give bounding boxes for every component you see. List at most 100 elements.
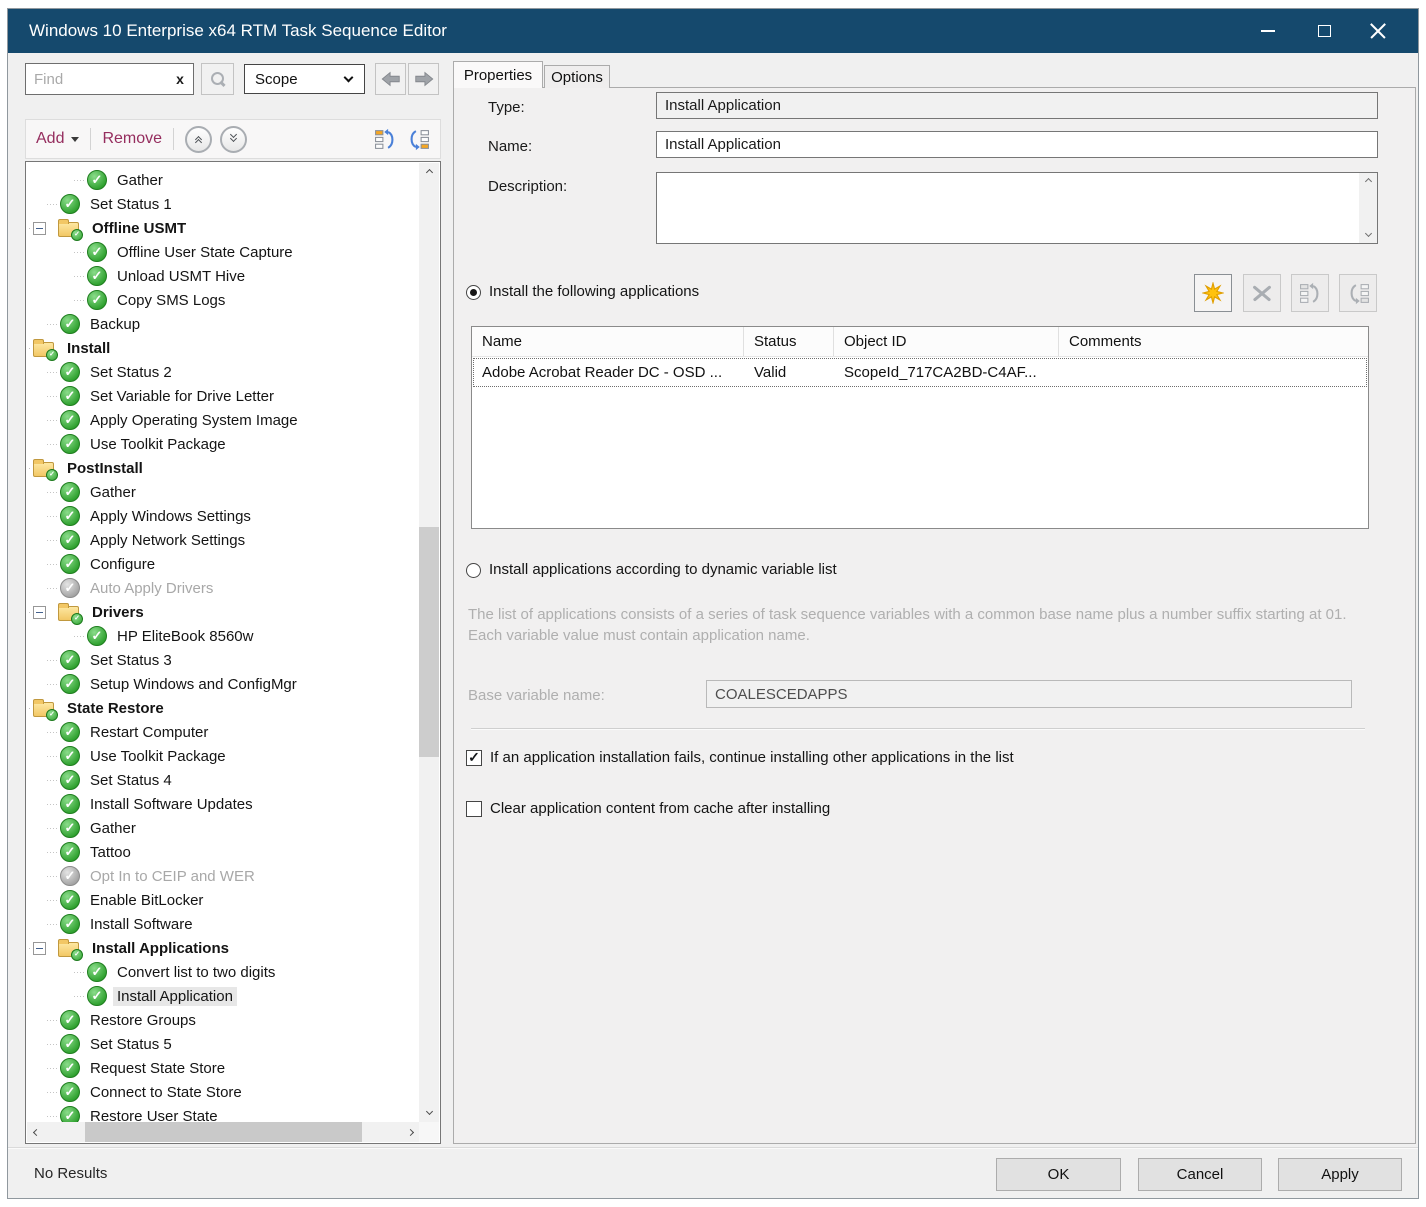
tab-options-label: Options [551,69,603,86]
find-clear-button[interactable]: x [168,63,192,95]
tree-step-item[interactable]: Set Variable for Drive Letter [27,384,419,408]
column-header[interactable]: Status [744,327,834,356]
tree-step-item[interactable]: Connect to State Store [27,1080,419,1104]
tree-horizontal-scrollbar[interactable] [27,1122,419,1142]
tree-step-item[interactable]: HP EliteBook 8560w [27,624,419,648]
tree-indent [27,552,60,576]
tree-step-item[interactable]: Use Toolkit Package [27,744,419,768]
tree-step-item[interactable]: Request State Store [27,1056,419,1080]
move-step-up-button[interactable] [373,127,397,151]
step-success-icon [60,1010,80,1030]
checkbox-clear-cache[interactable] [466,801,482,817]
tree-step-item[interactable]: Set Status 4 [27,768,419,792]
application-row[interactable]: Adobe Acrobat Reader DC - OSD ...ValidSc… [472,357,1368,388]
task-sequence-editor-window: Windows 10 Enterprise x64 RTM Task Seque… [7,8,1419,1199]
tree-step-item[interactable]: Apply Windows Settings [27,504,419,528]
tree-step-item[interactable]: Setup Windows and ConfigMgr [27,672,419,696]
tree-step-item[interactable]: Install Software [27,912,419,936]
scope-dropdown[interactable]: Scope [244,64,365,94]
remove-button-label: Remove [102,130,162,148]
type-label: Type: [488,99,525,116]
tree-step-item[interactable]: Tattoo [27,840,419,864]
vertical-scroll-thumb[interactable] [419,527,439,757]
name-field[interactable] [656,131,1378,158]
add-button[interactable]: Add [36,130,79,148]
new-application-button[interactable] [1194,274,1232,312]
collapse-all-button[interactable] [185,126,212,153]
applications-table: NameStatusObject IDComments Adobe Acroba… [471,326,1369,529]
minimize-button[interactable] [1250,9,1286,53]
scroll-up-icon[interactable] [419,163,439,181]
tree-indent [27,480,60,504]
tree-group-item[interactable]: PostInstall [27,456,419,480]
tree-step-item[interactable]: Install Software Updates [27,792,419,816]
tree-step-item[interactable]: Use Toolkit Package [27,432,419,456]
apply-button[interactable]: Apply [1278,1158,1402,1191]
tree-step-item[interactable]: Restore User State [27,1104,419,1122]
column-header[interactable]: Comments [1059,327,1368,356]
tree-step-item[interactable]: Set Status 5 [27,1032,419,1056]
tree-indent [27,288,87,312]
tree-step-item[interactable]: Enable BitLocker [27,888,419,912]
tree-group-item[interactable]: Drivers [27,600,419,624]
tree-group-item[interactable]: Install Applications [27,936,419,960]
radio-dynamic-variable-list[interactable] [466,563,481,578]
tree-step-item[interactable]: Set Status 3 [27,648,419,672]
tree-indent [27,1056,60,1080]
tree-step-item[interactable]: Opt In to CEIP and WER [27,864,419,888]
find-previous-button[interactable] [375,63,406,95]
tree-collapse-expander-icon[interactable] [33,606,46,619]
maximize-button[interactable] [1306,9,1342,53]
tree-step-item[interactable]: Gather [27,168,419,192]
tree-step-item[interactable]: Copy SMS Logs [27,288,419,312]
close-button[interactable] [1360,9,1396,53]
tree-item-label: Install [63,339,114,358]
tree-step-item[interactable]: Gather [27,480,419,504]
scroll-down-icon[interactable] [419,1104,439,1122]
move-step-down-button[interactable] [406,127,430,151]
tree-step-item[interactable]: Offline User State Capture [27,240,419,264]
tab-options[interactable]: Options [544,65,610,88]
checkbox-continue-on-fail-label: If an application installation fails, co… [490,749,1014,766]
tree-indent [27,264,87,288]
tree-step-item[interactable]: Restore Groups [27,1008,419,1032]
tree-group-item[interactable]: Install [27,336,419,360]
scroll-down-icon[interactable] [1359,226,1377,243]
tree-collapse-expander-icon[interactable] [33,942,46,955]
find-next-button[interactable] [408,63,439,95]
expand-all-button[interactable] [220,126,247,153]
cancel-button[interactable]: Cancel [1138,1158,1262,1191]
ok-button[interactable]: OK [996,1158,1121,1191]
tree-step-item[interactable]: Apply Operating System Image [27,408,419,432]
tree-step-item[interactable]: Restart Computer [27,720,419,744]
tree-step-item[interactable]: Convert list to two digits [27,960,419,984]
search-button[interactable] [201,63,234,95]
tab-properties[interactable]: Properties [453,61,543,88]
column-header[interactable]: Name [472,327,744,356]
description-field[interactable] [657,173,1357,243]
tree-vertical-scrollbar[interactable] [419,163,439,1122]
horizontal-scroll-thumb[interactable] [85,1122,362,1142]
tree-step-item[interactable]: Unload USMT Hive [27,264,419,288]
scroll-up-icon[interactable] [1359,173,1377,190]
folder-icon [58,222,79,237]
tree-group-item[interactable]: Offline USMT [27,216,419,240]
remove-button[interactable]: Remove [102,130,162,148]
column-header[interactable]: Object ID [834,327,1059,356]
scroll-right-icon[interactable] [401,1122,419,1142]
tree-step-item[interactable]: Auto Apply Drivers [27,576,419,600]
description-scrollbar[interactable] [1359,173,1377,243]
tree-step-item[interactable]: Set Status 2 [27,360,419,384]
radio-install-following[interactable] [466,285,481,300]
tree-group-item[interactable]: State Restore [27,696,419,720]
window-title: Windows 10 Enterprise x64 RTM Task Seque… [29,9,447,53]
tree-collapse-expander-icon[interactable] [33,222,46,235]
tree-step-item[interactable]: Gather [27,816,419,840]
tree-step-item[interactable]: Configure [27,552,419,576]
tree-step-item[interactable]: Apply Network Settings [27,528,419,552]
scroll-left-icon[interactable] [27,1122,45,1142]
tree-step-item[interactable]: Install Application [27,984,419,1008]
tree-step-item[interactable]: Backup [27,312,419,336]
tree-step-item[interactable]: Set Status 1 [27,192,419,216]
checkbox-continue-on-fail[interactable] [466,750,482,766]
